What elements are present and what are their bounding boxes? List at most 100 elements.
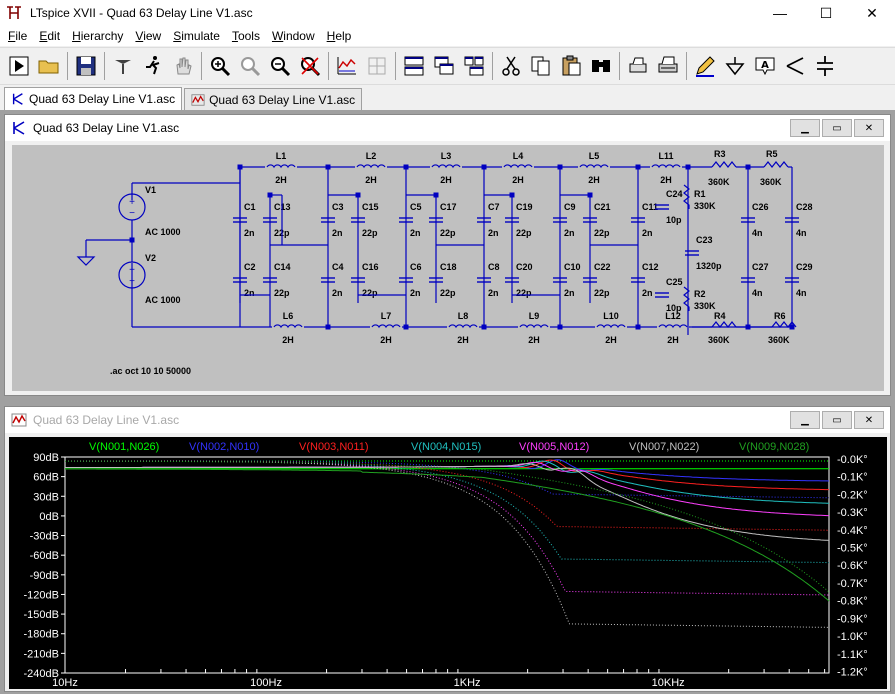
capacitor-button[interactable] [811,51,839,81]
maximize-button[interactable]: ☐ [803,0,849,26]
capacitor-c26[interactable]: C26 4n [741,202,769,238]
waveform-close-button[interactable]: ✕ [854,411,884,429]
inductor-l4[interactable]: L4 2H [502,151,534,185]
capacitor-c17[interactable]: C17 22p [429,202,457,238]
pencil-button[interactable] [691,51,719,81]
capacitor-c1[interactable]: C1 2n [233,202,256,238]
resistor-r5[interactable]: R5 360K [760,149,789,187]
trace-label[interactable]: V(N007,N022) [629,441,699,453]
trace-label[interactable]: V(N001,N026) [89,441,159,453]
capacitor-c7[interactable]: C7 2n [477,202,500,238]
capacitor-c29[interactable]: C29 4n [785,262,813,298]
inductor-l12[interactable]: L122H [657,311,689,345]
menu-window[interactable]: Window [266,29,321,43]
zoom-out-button[interactable] [266,51,294,81]
menu-file[interactable]: File [2,29,33,43]
inductor-l5[interactable]: L5 2H [578,151,610,185]
inductor-l3[interactable]: L3 2H [430,151,462,185]
ground-button[interactable] [721,51,749,81]
capacitor-c19[interactable]: C19 22p [505,202,533,238]
inductor-l9[interactable]: L9 2H [518,311,550,345]
inductor-l11[interactable]: L11 2H [650,151,682,185]
menu-hierarchy[interactable]: Hierarchy [66,29,129,43]
trace-label[interactable]: V(N004,N015) [411,441,481,453]
run-man-button[interactable] [139,51,167,81]
find-button[interactable] [587,51,615,81]
trace-label[interactable]: V(N003,N011) [299,441,369,453]
tab-waveform[interactable]: Quad 63 Delay Line V1.asc [184,88,363,110]
capacitor-c12[interactable]: C12 2n [631,262,659,298]
capacitor-c25[interactable]: C25 10p [655,277,683,313]
open-folder-button[interactable] [35,51,63,81]
grid-button[interactable] [363,51,391,81]
capacitor-c13[interactable]: C1322p [263,202,291,238]
cut-button[interactable] [497,51,525,81]
minimize-button[interactable]: — [757,0,803,26]
schematic-restore-button[interactable]: ▭ [822,119,852,137]
inductor-l7[interactable]: L7 2H [370,311,402,345]
capacitor-c16[interactable]: C16 22p [351,262,379,298]
menu-view[interactable]: View [129,29,167,43]
schematic-close-button[interactable]: ✕ [854,119,884,137]
autorange-button[interactable] [333,51,361,81]
menu-simulate[interactable]: Simulate [167,29,226,43]
inductor-l10[interactable]: L10 2H [595,311,627,345]
menu-edit[interactable]: Edit [33,29,66,43]
menu-tools[interactable]: Tools [226,29,266,43]
pan-hand-button[interactable] [169,51,197,81]
capacitor-c18[interactable]: C18 22p [429,262,457,298]
zoom-area-button[interactable] [236,51,264,81]
voltage-source-v2[interactable]: +− [118,261,146,289]
schematic-canvas[interactable]: +−V1AC 1000+−V2AC 1000L12HL22HL32HL42HL5… [12,145,884,391]
close-button[interactable]: ✕ [849,0,895,26]
zoom-in-button[interactable] [206,51,234,81]
cascade-button[interactable] [430,51,458,81]
capacitor-c3[interactable]: C3 2n [321,202,344,238]
schematic-minimize-button[interactable]: ▁ [790,119,820,137]
capacitor-c4[interactable]: C4 2n [321,262,344,298]
tile-button[interactable] [460,51,488,81]
resistor-r4[interactable]: R4 360K [708,311,737,345]
print-preview-button[interactable] [624,51,652,81]
tile-horizontal-button[interactable] [400,51,428,81]
waveform-minimize-button[interactable]: ▁ [790,411,820,429]
inductor-l8[interactable]: L8 2H [447,311,479,345]
menu-help[interactable]: Help [321,29,358,43]
zoom-cancel-button[interactable] [296,51,324,81]
voltage-source-v1[interactable]: +− [118,193,146,221]
trace-label[interactable]: V(N005,N012) [519,441,589,453]
control-panel-button[interactable] [109,51,137,81]
capacitor-c5[interactable]: C5 2n [399,202,422,238]
capacitor-c20[interactable]: C20 22p [505,262,533,298]
inductor-l1[interactable]: L1 2H [265,151,297,185]
save-button[interactable] [72,51,100,81]
resistor-r2[interactable]: R2 330K [683,286,716,311]
capacitor-c2[interactable]: C2 2n [233,262,256,298]
tab-schematic[interactable]: Quad 63 Delay Line V1.asc [4,87,183,110]
capacitor-c8[interactable]: C8 2n [477,262,500,298]
paste-button[interactable] [557,51,585,81]
print-button[interactable] [654,51,682,81]
capacitor-c27[interactable]: C27 4n [741,262,769,298]
resistor-button[interactable] [781,51,809,81]
capacitor-c21[interactable]: C21 22p [583,202,611,238]
trace-label[interactable]: V(N002,N010) [189,441,259,453]
waveform-plot[interactable]: V(N001,N026) V(N002,N010) V(N003,N011) V(N0… [9,437,887,689]
capacitor-c10[interactable]: C10 2n [553,262,581,298]
capacitor-c22[interactable]: C22 22p [583,262,611,298]
copy-button[interactable] [527,51,555,81]
waveform-restore-button[interactable]: ▭ [822,411,852,429]
capacitor-c6[interactable]: C6 2n [399,262,422,298]
inductor-l6[interactable]: L6 2H [272,311,304,345]
capacitor-c9[interactable]: C9 2n [553,202,576,238]
run-button[interactable] [5,51,33,81]
resistor-r3[interactable]: R3 360K [708,149,737,187]
label-net-button[interactable]: A [751,51,779,81]
trace-label[interactable]: V(N009,N028) [739,441,809,453]
resistor-r1[interactable]: R1 330K [683,184,716,211]
capacitor-c28[interactable]: C28 4n [785,202,813,238]
capacitor-c14[interactable]: C14 22p [263,262,291,298]
capacitor-c11[interactable]: C11 2n [631,202,658,238]
capacitor-c23[interactable]: C23 1320p [685,235,722,271]
capacitor-c15[interactable]: C15 22p [351,202,379,238]
